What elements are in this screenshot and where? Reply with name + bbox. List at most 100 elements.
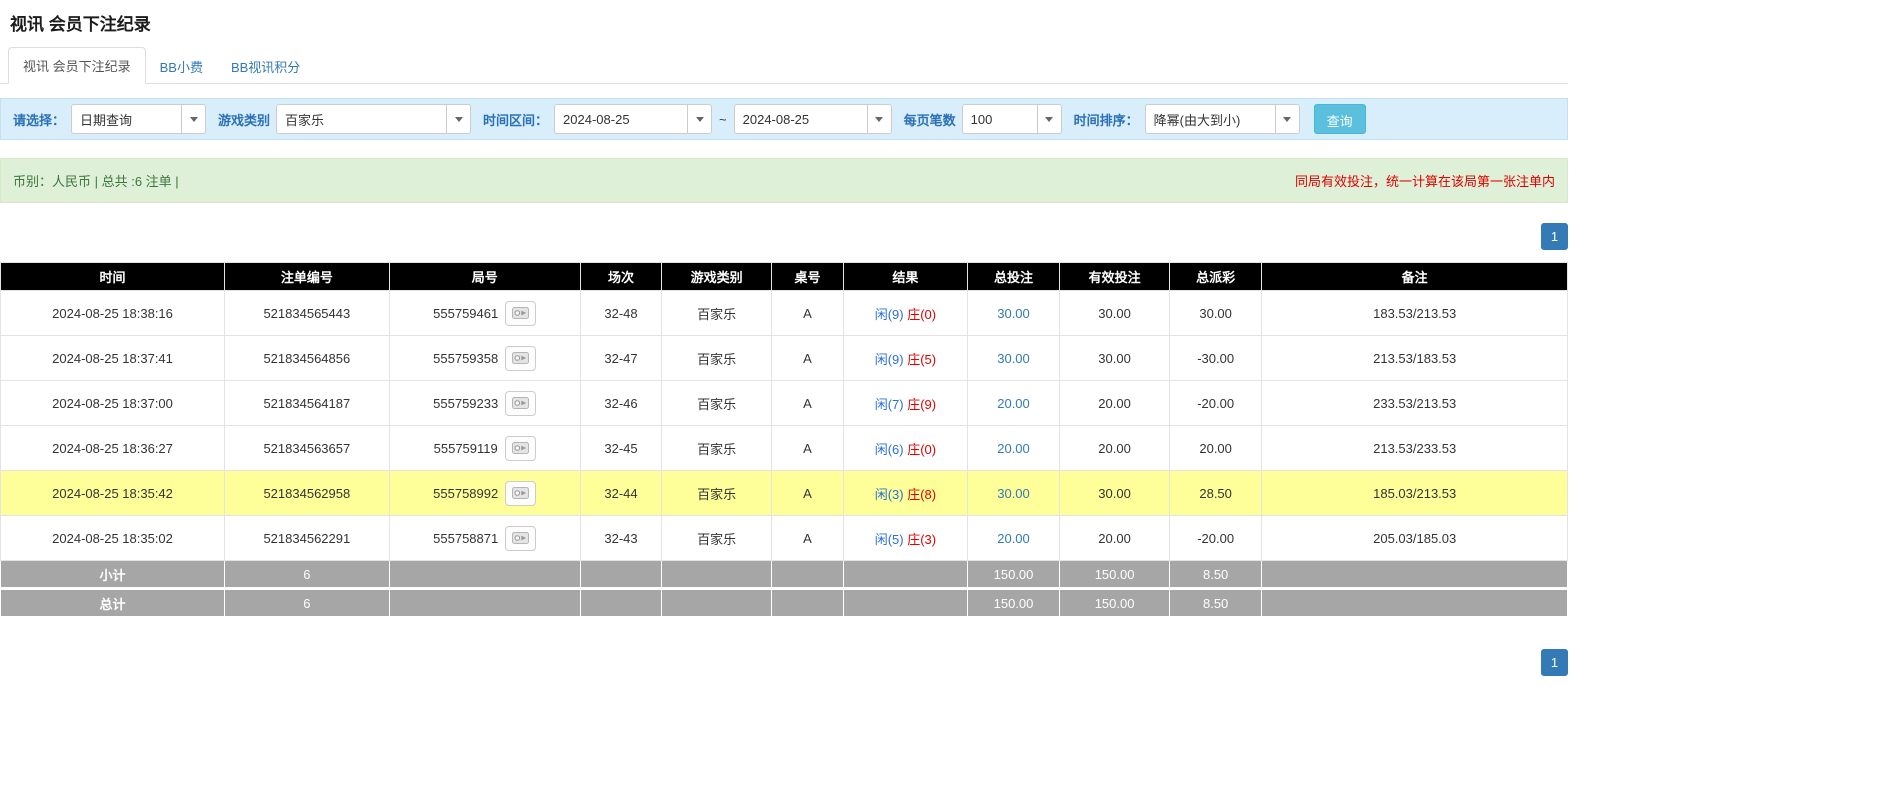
subtotal-label: 小计: [1, 561, 225, 589]
page-size-group: 每页笔数 100: [904, 104, 1062, 134]
total-bet-link[interactable]: 30.00: [997, 306, 1030, 321]
sort-select[interactable]: 降幂(由大到小): [1145, 104, 1300, 134]
cell-total-bet: 20.00: [967, 516, 1059, 561]
empty-cell: [389, 561, 580, 589]
chevron-down-icon[interactable]: [1275, 105, 1299, 133]
video-replay-button[interactable]: [505, 346, 536, 371]
total-valid-bet: 150.00: [1060, 589, 1170, 617]
total-row: 总计 6 150.00 150.00 8.50: [1, 589, 1568, 617]
query-type-select[interactable]: 日期查询: [71, 104, 206, 134]
cell-table-no: A: [771, 336, 843, 381]
cell-valid-bet: 30.00: [1060, 471, 1170, 516]
search-button[interactable]: 查询: [1314, 104, 1366, 134]
subtotal-total-bet: 150.00: [967, 561, 1059, 589]
video-replay-button[interactable]: [505, 481, 536, 506]
page-1-button[interactable]: 1: [1541, 223, 1568, 250]
chevron-down-icon[interactable]: [687, 105, 711, 133]
time-range-group: 时间区间： 2024-08-25 ~ 2024-08-25: [483, 104, 892, 134]
video-replay-icon: [512, 306, 529, 320]
tab-bb-video-points[interactable]: BB视讯积分: [217, 49, 314, 84]
cell-session: 32-46: [580, 381, 661, 426]
round-number: 555758992: [433, 486, 498, 501]
cell-time: 2024-08-25 18:36:27: [1, 426, 225, 471]
header-payout: 总派彩: [1169, 263, 1261, 291]
video-replay-icon: [512, 531, 529, 545]
chevron-down-icon[interactable]: [1037, 105, 1061, 133]
cell-payout: -20.00: [1169, 381, 1261, 426]
cell-result: 闲(3) 庄(8): [844, 471, 968, 516]
video-replay-button[interactable]: [505, 391, 536, 416]
cell-result: 闲(9) 庄(5): [844, 336, 968, 381]
date-to-value: 2024-08-25: [735, 105, 867, 133]
result-banker: 庄(9): [907, 397, 936, 412]
cell-payout: 30.00: [1169, 291, 1261, 336]
empty-cell: [771, 561, 843, 589]
video-replay-button[interactable]: [505, 301, 536, 326]
result-player: 闲(9): [875, 307, 904, 322]
header-round-id: 局号: [389, 263, 580, 291]
result-player: 闲(5): [875, 532, 904, 547]
round-number: 555758871: [433, 531, 498, 546]
notice-text: 同局有效投注，统一计算在该局第一张注单内: [1295, 171, 1555, 190]
table-row: 2024-08-25 18:36:27521834563657555759119…: [1, 426, 1568, 471]
tab-betting-records[interactable]: 视讯 会员下注纪录: [8, 47, 146, 84]
page-size-label: 每页笔数: [904, 110, 956, 129]
subtotal-valid-bet: 150.00: [1060, 561, 1170, 589]
round-number: 555759233: [433, 396, 498, 411]
total-bet-link[interactable]: 20.00: [997, 396, 1030, 411]
result-banker: 庄(0): [907, 307, 936, 322]
game-type-select[interactable]: 百家乐: [276, 104, 471, 134]
chevron-down-icon[interactable]: [181, 105, 205, 133]
date-from-select[interactable]: 2024-08-25: [554, 104, 712, 134]
total-bet-link[interactable]: 20.00: [997, 531, 1030, 546]
table-row: 2024-08-25 18:37:41521834564856555759358…: [1, 336, 1568, 381]
cell-round-id: 555759358: [389, 336, 580, 381]
cell-bet-id: 521834564187: [225, 381, 390, 426]
cell-game-type: 百家乐: [662, 516, 772, 561]
subtotal-payout: 8.50: [1169, 561, 1261, 589]
total-bet-link[interactable]: 30.00: [997, 486, 1030, 501]
chevron-down-icon[interactable]: [446, 105, 470, 133]
cell-remark: 213.53/183.53: [1262, 336, 1568, 381]
chevron-down-icon[interactable]: [867, 105, 891, 133]
pagination-bottom: 1: [0, 649, 1568, 676]
cell-payout: -20.00: [1169, 516, 1261, 561]
cell-result: 闲(5) 庄(3): [844, 516, 968, 561]
cell-game-type: 百家乐: [662, 471, 772, 516]
empty-cell: [662, 561, 772, 589]
cell-valid-bet: 20.00: [1060, 426, 1170, 471]
cell-total-bet: 30.00: [967, 471, 1059, 516]
cell-total-bet: 20.00: [967, 426, 1059, 471]
empty-cell: [580, 589, 661, 617]
cell-remark: 205.03/185.03: [1262, 516, 1568, 561]
cell-round-id: 555758992: [389, 471, 580, 516]
page-1-button[interactable]: 1: [1541, 649, 1568, 676]
date-to-select[interactable]: 2024-08-25: [734, 104, 892, 134]
total-bet-link[interactable]: 30.00: [997, 351, 1030, 366]
header-total-bet: 总投注: [967, 263, 1059, 291]
table-row: 2024-08-25 18:35:02521834562291555758871…: [1, 516, 1568, 561]
sort-label: 时间排序：: [1074, 110, 1139, 129]
empty-cell: [844, 561, 968, 589]
sort-value: 降幂(由大到小): [1146, 105, 1275, 133]
result-banker: 庄(0): [907, 442, 936, 457]
cell-payout: 28.50: [1169, 471, 1261, 516]
info-bar: 币别：人民币 | 总共 :6 注单 | 同局有效投注，统一计算在该局第一张注单内: [0, 158, 1568, 203]
total-label: 总计: [1, 589, 225, 617]
page-size-select[interactable]: 100: [962, 104, 1062, 134]
empty-cell: [771, 589, 843, 617]
cell-session: 32-45: [580, 426, 661, 471]
total-bet-link[interactable]: 20.00: [997, 441, 1030, 456]
cell-result: 闲(7) 庄(9): [844, 381, 968, 426]
cell-bet-id: 521834564856: [225, 336, 390, 381]
header-table-no: 桌号: [771, 263, 843, 291]
records-table: 时间 注单编号 局号 场次 游戏类别 桌号 结果 总投注 有效投注 总派彩 备注…: [0, 262, 1568, 617]
video-replay-button[interactable]: [505, 436, 536, 461]
video-replay-button[interactable]: [505, 526, 536, 551]
tab-bb-tips[interactable]: BB小费: [146, 49, 217, 84]
cell-valid-bet: 20.00: [1060, 381, 1170, 426]
empty-cell: [1262, 589, 1568, 617]
cell-result: 闲(9) 庄(0): [844, 291, 968, 336]
cell-valid-bet: 20.00: [1060, 516, 1170, 561]
cell-time: 2024-08-25 18:37:41: [1, 336, 225, 381]
